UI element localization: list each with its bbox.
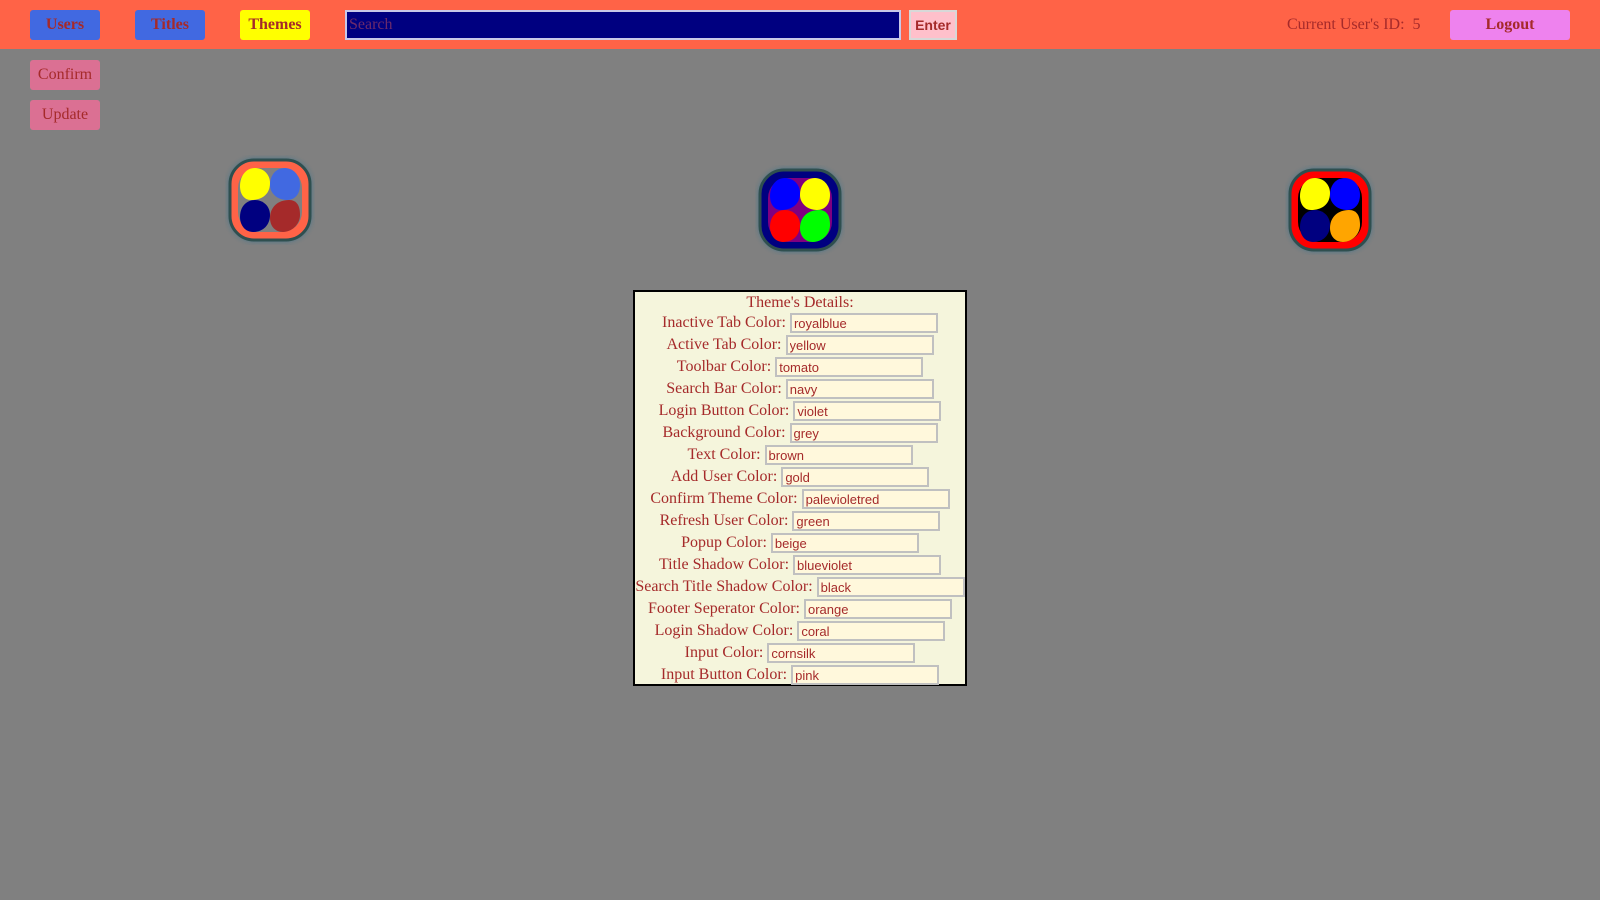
- theme-detail-input[interactable]: [775, 357, 924, 377]
- update-button[interactable]: Update: [30, 100, 100, 130]
- theme-detail-label: Search Title Shadow Color:: [635, 578, 813, 595]
- theme-detail-row: Add User Color:: [635, 466, 965, 488]
- theme-detail-label: Input Color:: [684, 644, 764, 661]
- theme-detail-label: Refresh User Color:: [659, 512, 789, 529]
- theme-detail-row: Search Bar Color:: [635, 378, 965, 400]
- theme-detail-input[interactable]: [792, 511, 941, 531]
- user-id-label: Current User's ID:: [1287, 16, 1405, 33]
- theme-detail-input[interactable]: [801, 489, 950, 509]
- theme-detail-input[interactable]: [789, 423, 938, 443]
- theme-detail-row: Title Shadow Color:: [635, 554, 965, 576]
- theme-detail-row: Refresh User Color:: [635, 510, 965, 532]
- theme-detail-label: Input Button Color:: [660, 666, 788, 683]
- theme-detail-label: Add User Color:: [670, 468, 778, 485]
- tab-themes[interactable]: Themes: [240, 10, 310, 40]
- theme-details-title: Theme's Details:: [746, 294, 854, 311]
- theme-detail-label: Confirm Theme Color:: [650, 490, 798, 507]
- theme-dot: [1330, 178, 1360, 210]
- tab-users[interactable]: Users: [30, 10, 100, 40]
- theme-detail-label: Toolbar Color:: [676, 358, 772, 375]
- theme-dot: [270, 168, 300, 200]
- theme-detail-input[interactable]: [793, 555, 942, 575]
- theme-detail-input[interactable]: [785, 379, 934, 399]
- theme-option-red-icon[interactable]: [1285, 165, 1375, 255]
- current-user-id: Current User's ID: 5: [1287, 16, 1421, 34]
- theme-detail-row: Text Color:: [635, 444, 965, 466]
- search-bar: Enter: [345, 10, 957, 40]
- theme-details-panel: Theme's Details: Inactive Tab Color: Acti…: [633, 290, 967, 686]
- theme-detail-input[interactable]: [797, 621, 946, 641]
- theme-detail-input[interactable]: [781, 467, 930, 487]
- theme-detail-row: Background Color:: [635, 422, 965, 444]
- theme-detail-input[interactable]: [767, 643, 916, 663]
- theme-detail-row: Input Button Color:: [635, 664, 965, 686]
- theme-detail-input[interactable]: [803, 599, 952, 619]
- user-id-value: 5: [1412, 16, 1421, 33]
- theme-detail-label: Popup Color:: [681, 534, 767, 551]
- theme-detail-row: Inactive Tab Color:: [635, 312, 965, 334]
- theme-detail-row: Confirm Theme Color:: [635, 488, 965, 510]
- theme-detail-input[interactable]: [764, 445, 913, 465]
- theme-detail-label: Login Button Color:: [658, 402, 790, 419]
- theme-detail-label: Search Bar Color:: [666, 380, 782, 397]
- theme-detail-row: Active Tab Color:: [635, 334, 965, 356]
- theme-detail-label: Title Shadow Color:: [658, 556, 790, 573]
- toolbar: Users Titles Themes Enter Current User's…: [0, 0, 1600, 49]
- theme-option-tomato-icon[interactable]: [225, 155, 315, 245]
- theme-detail-label: Active Tab Color:: [666, 336, 782, 353]
- theme-detail-row: Footer Seperator Color:: [635, 598, 965, 620]
- enter-button[interactable]: Enter: [909, 10, 957, 40]
- search-input[interactable]: [345, 10, 901, 40]
- theme-detail-input[interactable]: [770, 533, 919, 553]
- confirm-button[interactable]: Confirm: [30, 60, 100, 90]
- theme-detail-label: Text Color:: [687, 446, 761, 463]
- theme-detail-label: Login Shadow Color:: [654, 622, 794, 639]
- theme-option-navy-icon[interactable]: [755, 165, 845, 255]
- theme-detail-label: Footer Seperator Color:: [648, 600, 800, 617]
- theme-detail-input[interactable]: [789, 313, 938, 333]
- theme-dot: [800, 178, 830, 210]
- tab-titles[interactable]: Titles: [135, 10, 205, 40]
- theme-detail-input[interactable]: [793, 401, 942, 421]
- theme-detail-row: Search Title Shadow Color:: [635, 576, 965, 598]
- theme-detail-row: Login Shadow Color:: [635, 620, 965, 642]
- theme-detail-row: Popup Color:: [635, 532, 965, 554]
- theme-detail-label: Inactive Tab Color:: [662, 314, 786, 331]
- theme-detail-row: Toolbar Color:: [635, 356, 965, 378]
- theme-detail-row: Login Button Color:: [635, 400, 965, 422]
- theme-detail-row: Input Color:: [635, 642, 965, 664]
- theme-detail-input[interactable]: [791, 665, 940, 685]
- theme-detail-input[interactable]: [816, 577, 965, 597]
- logout-button[interactable]: Logout: [1450, 10, 1570, 40]
- theme-detail-input[interactable]: [785, 335, 934, 355]
- theme-details-fields: Inactive Tab Color: Active Tab Color: Tool…: [635, 312, 965, 686]
- theme-detail-label: Background Color:: [662, 424, 786, 441]
